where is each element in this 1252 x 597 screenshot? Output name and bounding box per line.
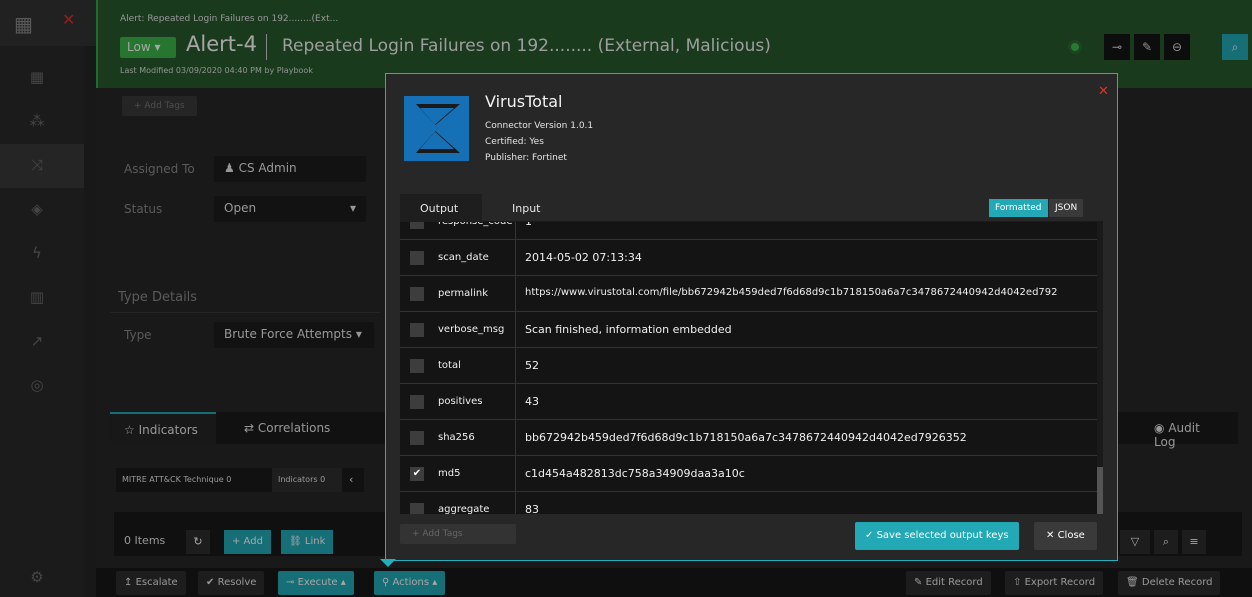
row-value: 43 (525, 395, 539, 408)
row-value: 1 (525, 222, 532, 228)
save-label: Save selected output keys (876, 530, 1009, 541)
tab-input[interactable]: Input (492, 194, 560, 222)
modal-footer: + Add Tags ✓ Save selected output keys ✕… (386, 514, 1117, 560)
table-row: total 52 (400, 348, 1097, 384)
connector-title: VirusTotal (485, 92, 563, 111)
table-scrollbar[interactable] (1097, 222, 1103, 514)
close-icon[interactable]: ✕ (1098, 84, 1109, 99)
close-label: Close (1057, 530, 1085, 541)
table-row: aggregate 83 (400, 492, 1097, 514)
formatted-toggle[interactable]: Formatted (989, 199, 1048, 217)
table-row: response_code 1 (400, 222, 1097, 240)
table-row: ✔ md5 c1d454a482813dc758a34909daa3a10c (400, 456, 1097, 492)
connector-certified: Certified: Yes (485, 137, 544, 147)
row-key: response_code (438, 222, 513, 227)
row-value: 83 (525, 503, 539, 514)
connector-publisher: Publisher: Fortinet (485, 153, 567, 163)
table-row: verbose_msg Scan finished, information em… (400, 312, 1097, 348)
row-key: positives (438, 396, 483, 407)
check-icon: ✓ (865, 530, 874, 541)
table-row: permalink https://www.virustotal.com/file… (400, 276, 1097, 312)
row-key: md5 (438, 468, 461, 479)
table-row: scan_date 2014-05-02 07:13:34 (400, 240, 1097, 276)
row-checkbox[interactable] (410, 222, 424, 229)
column-divider (515, 276, 516, 312)
tab-output[interactable]: Output (400, 194, 482, 222)
column-divider (515, 348, 516, 384)
row-value: c1d454a482813dc758a34909daa3a10c (525, 467, 745, 480)
row-key: verbose_msg (438, 324, 505, 335)
json-toggle[interactable]: JSON (1049, 199, 1084, 217)
column-divider (515, 222, 516, 240)
virustotal-logo-icon (404, 96, 469, 161)
table-row: positives 43 (400, 384, 1097, 420)
checkmark-icon[interactable]: ✔ (410, 467, 424, 481)
connector-output-modal: ✕ VirusTotal Connector Version 1.0.1 Cer… (385, 73, 1118, 561)
column-divider (515, 240, 516, 276)
output-table: response_code 1 scan_date 2014-05-02 07:13… (400, 222, 1097, 514)
column-divider (515, 312, 516, 348)
row-key: aggregate (438, 504, 490, 514)
row-checkbox[interactable] (410, 287, 424, 301)
row-value: 52 (525, 359, 539, 372)
row-key: sha256 (438, 432, 475, 443)
row-checkbox[interactable] (410, 251, 424, 265)
column-divider (515, 420, 516, 456)
row-value: bb672942b459ded7f6d68d9c1b718150a6a7c347… (525, 431, 967, 444)
row-checkbox[interactable] (410, 431, 424, 445)
close-button[interactable]: ✕ Close (1034, 522, 1097, 550)
column-divider (515, 492, 516, 514)
column-divider (515, 456, 516, 492)
row-key: scan_date (438, 252, 489, 263)
row-key: permalink (438, 288, 488, 299)
row-checkbox[interactable] (410, 503, 424, 514)
connector-version: Connector Version 1.0.1 (485, 121, 594, 131)
close-icon: ✕ (1046, 530, 1055, 541)
add-tags-button[interactable]: + Add Tags (400, 524, 516, 544)
row-checkbox[interactable] (410, 323, 424, 337)
save-output-keys-button[interactable]: ✓ Save selected output keys (855, 522, 1019, 550)
row-value: 2014-05-02 07:13:34 (525, 251, 642, 264)
row-value: Scan finished, information embedded (525, 323, 732, 336)
row-checkbox[interactable] (410, 359, 424, 373)
row-value: https://www.virustotal.com/file/bb672942… (525, 287, 1058, 298)
column-divider (515, 384, 516, 420)
row-key: total (438, 360, 461, 371)
scrollbar-thumb[interactable] (1097, 467, 1103, 514)
row-checkbox[interactable] (410, 395, 424, 409)
popover-pointer (380, 559, 396, 567)
table-row: sha256 bb672942b459ded7f6d68d9c1b718150a6… (400, 420, 1097, 456)
